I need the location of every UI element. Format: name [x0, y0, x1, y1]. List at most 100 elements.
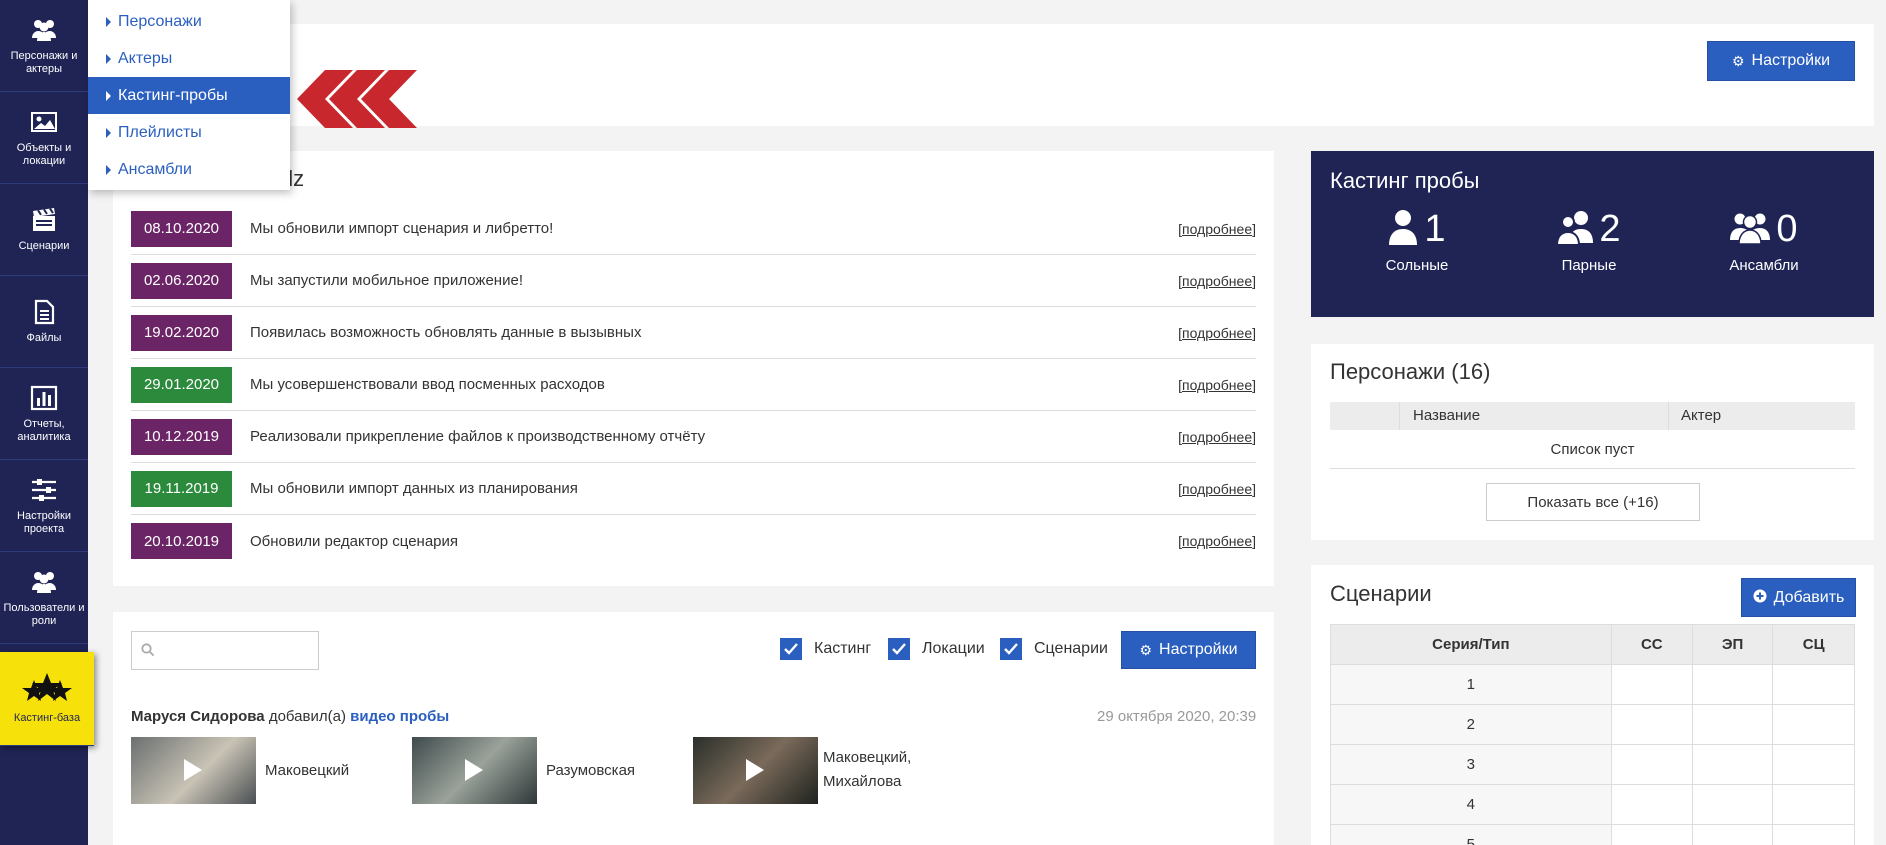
table-cell[interactable]	[1691, 784, 1774, 825]
add-label: Добавить	[1773, 588, 1845, 606]
checkmark-icon	[1000, 638, 1022, 660]
stat-ensembles[interactable]: 0 Ансамбли	[1709, 205, 1819, 275]
table-cell[interactable]	[1610, 784, 1693, 825]
filter-scenarios-checkbox[interactable]: Сценарии	[1000, 638, 1108, 660]
news-more-link[interactable]: [подробнее]	[1178, 377, 1256, 393]
sidebar-item-label: Файлы	[26, 332, 62, 344]
gear-icon: ⚙	[1731, 52, 1745, 69]
table-cell[interactable]	[1772, 744, 1855, 785]
sidebar-item-project-settings[interactable]: Настройки проекта	[0, 460, 88, 552]
stars-icon	[20, 672, 74, 706]
sidebar-item-label: Персонажи и актеры	[10, 49, 78, 75]
news-row: 08.10.2020 Мы обновили импорт сценария и…	[131, 203, 1256, 255]
series-number: 4	[1330, 784, 1612, 825]
scenarios-title: Сценарии	[1330, 581, 1432, 606]
news-more-link[interactable]: [подробнее]	[1178, 481, 1256, 497]
news-more-link[interactable]: [подробнее]	[1178, 221, 1256, 237]
checkmark-icon	[888, 638, 910, 660]
gear-icon: ⚙	[1139, 641, 1153, 658]
series-number: 3	[1330, 744, 1612, 785]
table-cell[interactable]	[1772, 704, 1855, 745]
news-more-link[interactable]: [подробнее]	[1178, 325, 1256, 341]
user-icon	[1388, 209, 1418, 250]
activity-user[interactable]: Маруся Сидорова	[131, 708, 265, 725]
search-input[interactable]	[160, 637, 310, 665]
sidebar-item-label: Пользователи и роли	[3, 601, 85, 627]
sidebar-item-files[interactable]: Файлы	[0, 276, 88, 368]
column-header-actor[interactable]: Актер	[1668, 402, 1721, 430]
table-cell[interactable]	[1610, 664, 1693, 705]
bar-chart-icon	[29, 384, 59, 412]
sidebar-item-users-roles[interactable]: Пользователи и роли	[0, 552, 88, 644]
submenu-item-ensembles[interactable]: Ансамбли	[88, 151, 290, 188]
stat-label: Сольные	[1385, 257, 1449, 274]
sidebar-item-objects-locations[interactable]: Объекты и локации	[0, 92, 88, 184]
submenu-item-casting-tests[interactable]: Кастинг-пробы	[88, 77, 290, 114]
table-cell[interactable]	[1610, 744, 1693, 785]
table-cell[interactable]	[1691, 704, 1774, 745]
news-more-link[interactable]: [подробнее]	[1178, 429, 1256, 445]
video-label: Маковецкий	[265, 762, 350, 779]
activity-search	[131, 631, 319, 670]
stat-solo[interactable]: 1 Сольные	[1362, 205, 1472, 275]
news-more-link[interactable]: [подробнее]	[1178, 533, 1256, 549]
news-text: Мы обновили импорт данных из планировани…	[250, 480, 578, 497]
table-cell[interactable]	[1772, 824, 1855, 845]
stat-pairs[interactable]: 2 Парные	[1534, 205, 1644, 274]
video-label: Разумовская	[546, 762, 636, 779]
table-cell[interactable]	[1772, 784, 1855, 825]
settings-label: Настройки	[1751, 52, 1830, 69]
sidebar-item-reports[interactable]: Отчеты, аналитика	[0, 368, 88, 460]
scenarios-table: Серия/Тип СС ЭП СЦ 1 2 3 4 5	[1330, 624, 1855, 845]
news-text: Реализовали прикрепление файлов к произв…	[250, 428, 706, 445]
characters-submenu: Персонажи Актеры Кастинг-пробы Плейлисты…	[88, 0, 290, 190]
submenu-item-label: Персонажи	[118, 12, 202, 30]
submenu-item-label: Кастинг-пробы	[118, 86, 228, 104]
table-row: 2	[1330, 704, 1855, 745]
submenu-item-label: Актеры	[118, 49, 173, 67]
news-row: 02.06.2020 Мы запустили мобильное прилож…	[131, 255, 1256, 307]
activity-settings-button[interactable]: ⚙ Настройки	[1121, 631, 1256, 669]
news-row: 19.11.2019 Мы обновили импорт данных из …	[131, 463, 1256, 515]
table-cell[interactable]	[1610, 824, 1693, 845]
sidebar-item-label: Кастинг-база	[13, 712, 81, 724]
show-all-button[interactable]: Показать все (+16)	[1486, 483, 1700, 521]
stat-value: 2	[1599, 207, 1621, 250]
news-more-link[interactable]: [подробнее]	[1178, 273, 1256, 289]
video-label: Маковецкий,	[823, 749, 912, 766]
sidebar-item-label: Настройки проекта	[17, 509, 71, 535]
news-date-badge: 19.02.2020	[131, 314, 232, 351]
add-scenario-button[interactable]: Добавить	[1741, 578, 1856, 617]
play-icon	[465, 759, 483, 781]
video-thumbnail[interactable]	[131, 737, 256, 804]
submenu-item-playlists[interactable]: Плейлисты	[88, 114, 290, 151]
filter-locations-checkbox[interactable]: Локации	[888, 638, 985, 660]
sidebar-item-label: Отчеты, аналитика	[17, 417, 71, 443]
submenu-item-actors[interactable]: Актеры	[88, 40, 290, 77]
project-settings-button[interactable]: ⚙ Настройки	[1707, 41, 1855, 81]
video-thumbnail[interactable]	[693, 737, 818, 804]
users-icon	[1730, 210, 1771, 249]
column-header-name[interactable]: Название	[1413, 407, 1480, 424]
news-date-badge: 08.10.2020	[131, 210, 232, 247]
empty-list-message: Список пуст	[1330, 430, 1855, 469]
column-header: Серия/Тип	[1330, 624, 1612, 665]
sidebar-item-scenarios[interactable]: Сценарии	[0, 184, 88, 276]
news-text: Обновили редактор сценария	[250, 532, 459, 550]
series-number: 1	[1330, 664, 1612, 705]
activity-link[interactable]: видео пробы	[350, 708, 449, 725]
clapperboard-icon	[29, 206, 59, 234]
table-cell[interactable]	[1772, 664, 1855, 705]
caret-right-icon	[106, 127, 111, 138]
sidebar-item-casting-base[interactable]: Кастинг-база	[0, 652, 94, 746]
column-header: ЭП	[1691, 624, 1774, 665]
table-cell[interactable]	[1691, 824, 1774, 845]
table-cell[interactable]	[1691, 744, 1774, 785]
filter-casting-checkbox[interactable]: Кастинг	[780, 638, 871, 660]
table-cell[interactable]	[1610, 704, 1693, 745]
news-row: 19.02.2020 Появилась возможность обновля…	[131, 307, 1256, 359]
submenu-item-characters[interactable]: Персонажи	[88, 3, 290, 40]
table-cell[interactable]	[1691, 664, 1774, 705]
video-thumbnail[interactable]	[412, 737, 537, 804]
sidebar-item-characters-actors[interactable]: Персонажи и актеры	[0, 0, 88, 92]
